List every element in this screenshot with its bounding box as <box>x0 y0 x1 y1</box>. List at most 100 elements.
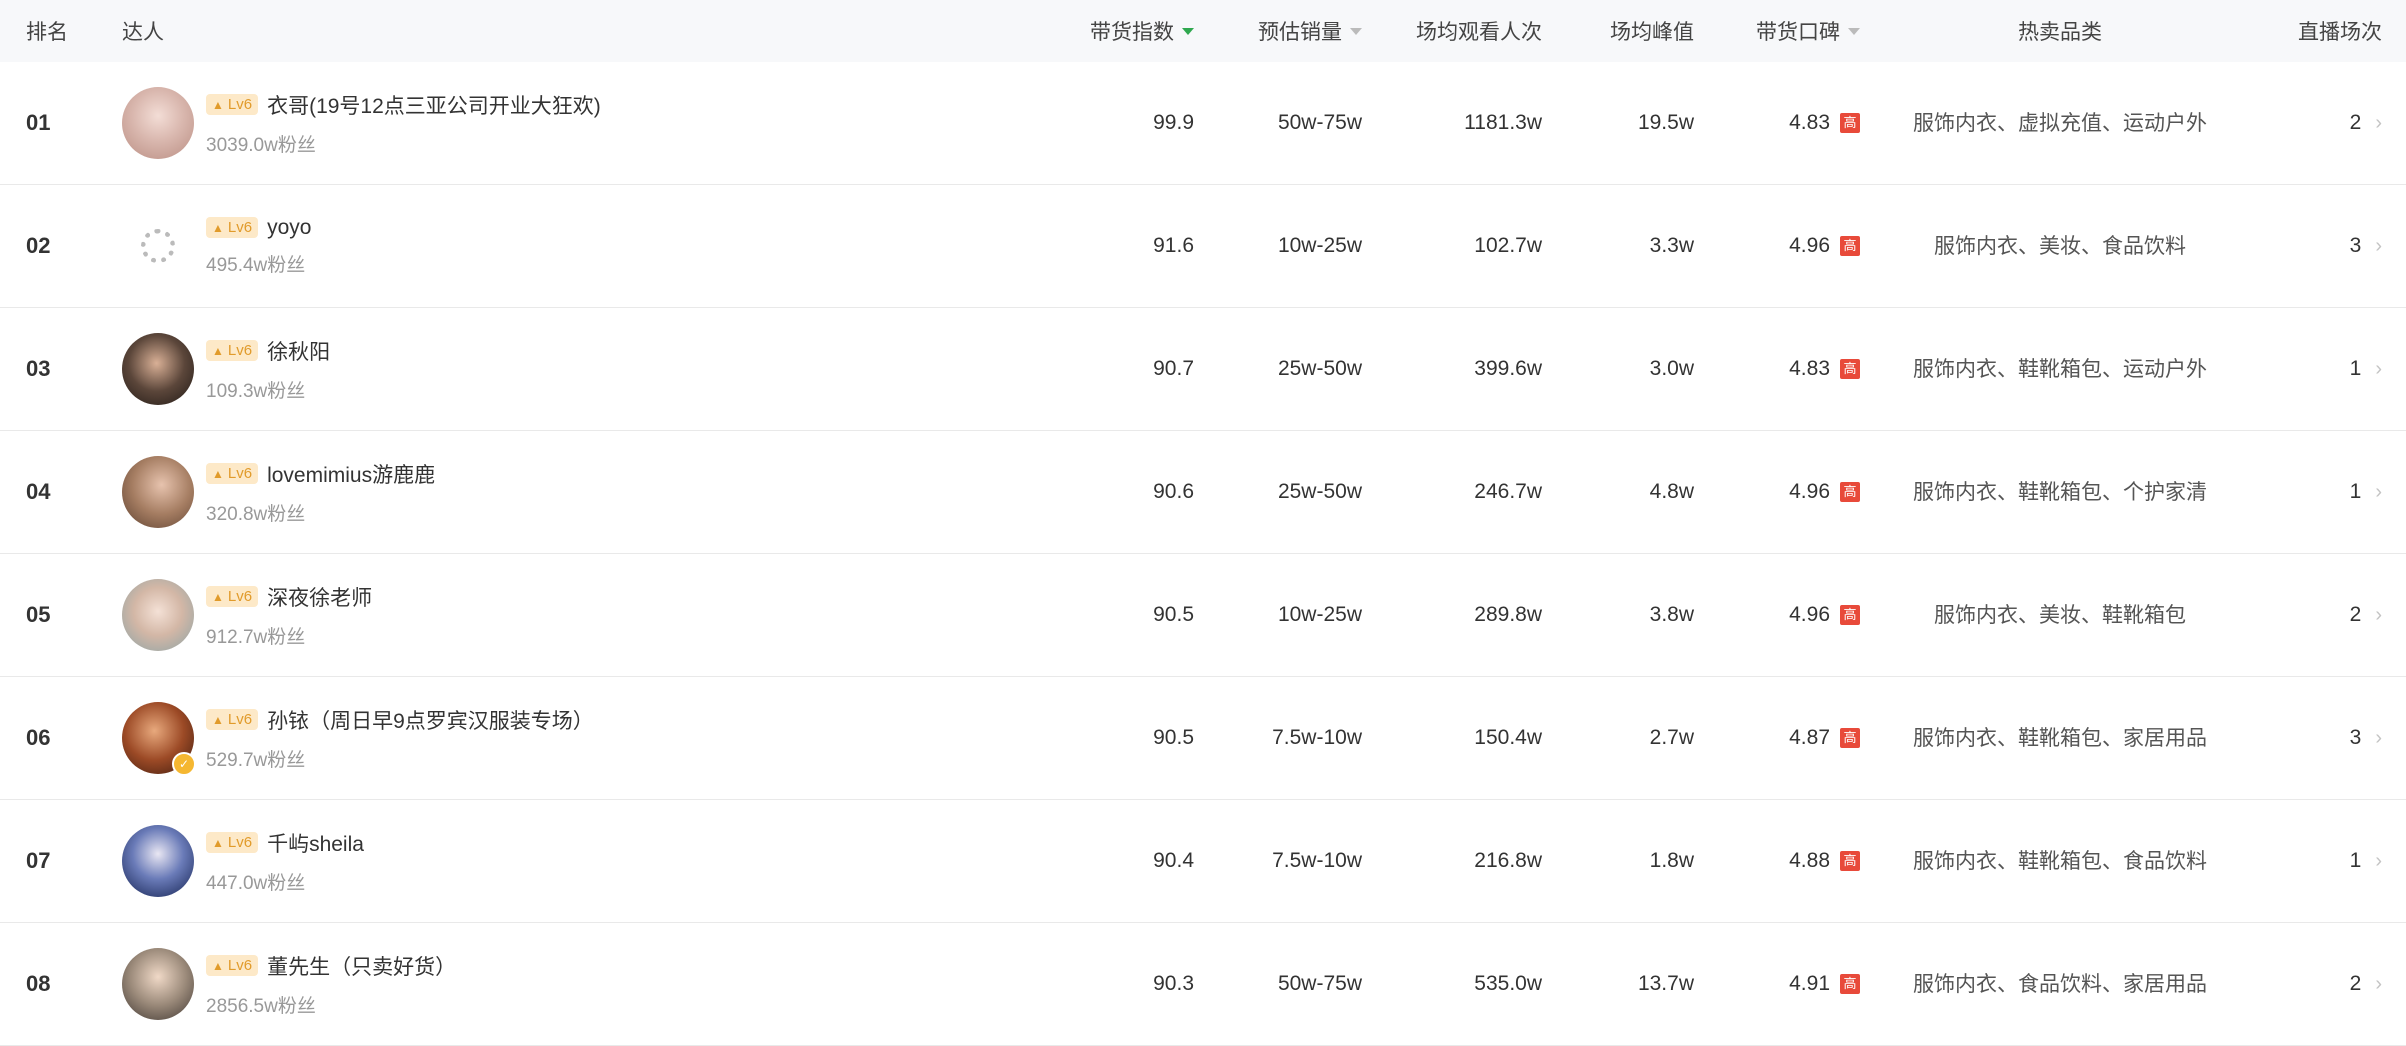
talent-cell[interactable]: ▲ Lv6 lovemimius游鹿鹿 320.8w粉丝 <box>122 431 1022 553</box>
sort-index-header[interactable]: 带货指数 <box>1040 0 1194 62</box>
sales-value: 50w-75w <box>1277 111 1362 134</box>
talent-info: ▲ Lv6 董先生（只卖好货） 2856.5w粉丝 <box>206 951 456 1018</box>
chevron-right-icon[interactable]: › <box>2375 604 2382 627</box>
chevron-right-icon[interactable]: › <box>2375 850 2382 873</box>
views-cell: 535.0w <box>1380 923 1542 1045</box>
table-row[interactable]: 02 ▲ Lv6 yoyo 495.4w粉丝 91.6 10w-25w 102.7w 3.3w 4… <box>0 185 2406 308</box>
talent-name[interactable]: yoyo <box>267 216 311 240</box>
chevron-right-icon[interactable]: › <box>2375 235 2382 258</box>
chevron-right-icon[interactable]: › <box>2375 481 2382 504</box>
fans-count: 3039.0w粉丝 <box>206 134 316 156</box>
talent-cell[interactable]: ▲ Lv6 深夜徐老师 912.7w粉丝 <box>122 554 1022 676</box>
header-peak: 场均峰值 <box>1610 21 1694 44</box>
rank-number: 07 <box>26 848 51 873</box>
avatar[interactable] <box>122 948 194 1020</box>
sales-value: 10w-25w <box>1277 234 1362 257</box>
sales-value: 25w-50w <box>1277 357 1362 380</box>
talent-name[interactable]: 孙铱（周日早9点罗宾汉服装专场） <box>267 705 594 735</box>
avatar[interactable] <box>122 825 194 897</box>
talent-name[interactable]: lovemimius游鹿鹿 <box>267 459 435 489</box>
sales-value: 10w-25w <box>1277 603 1362 626</box>
count-cell[interactable]: 3 › <box>2260 185 2382 307</box>
talent-cell[interactable]: ▲ Lv6 衣哥(19号12点三亚公司开业大狂欢) 3039.0w粉丝 <box>122 62 1022 184</box>
avatar[interactable] <box>122 333 194 405</box>
peak-cell: 3.3w <box>1560 185 1694 307</box>
chevron-right-icon[interactable]: › <box>2375 973 2382 996</box>
category-cell: 服饰内衣、食品饮料、家居用品 <box>1890 923 2230 1045</box>
rating-value: 4.96 <box>1789 603 1830 626</box>
table-row[interactable]: 03 ▲ Lv6 徐秋阳 109.3w粉丝 90.7 25w-50w 399.6w 3.0w 4.… <box>0 308 2406 431</box>
talent-cell[interactable]: ▲ Lv6 董先生（只卖好货） 2856.5w粉丝 <box>122 923 1022 1045</box>
peak-cell: 19.5w <box>1560 62 1694 184</box>
shop-bag-icon: ▲ <box>212 466 224 481</box>
rank-cell: 03 <box>26 308 96 430</box>
peak-value: 4.8w <box>1649 480 1694 503</box>
table-row[interactable]: 01 ▲ Lv6 衣哥(19号12点三亚公司开业大狂欢) 3039.0w粉丝 99.9 50… <box>0 62 2406 185</box>
sort-rating-header[interactable]: 带货口碑 <box>1710 0 1860 62</box>
rating-cell: 4.96 高 <box>1710 185 1860 307</box>
views-cell: 399.6w <box>1380 308 1542 430</box>
talent-name[interactable]: 徐秋阳 <box>267 336 330 366</box>
sales-cell: 50w-75w <box>1200 923 1362 1045</box>
header-category: 热卖品类 <box>2018 21 2102 44</box>
count-cell[interactable]: 1 › <box>2260 431 2382 553</box>
rating-cell: 4.91 高 <box>1710 923 1860 1045</box>
index-value: 90.3 <box>1153 972 1194 995</box>
chevron-right-icon[interactable]: › <box>2375 727 2382 750</box>
live-count: 2 <box>2349 603 2362 626</box>
count-cell[interactable]: 1 › <box>2260 308 2382 430</box>
views-value: 216.8w <box>1474 849 1542 872</box>
rating-value: 4.96 <box>1789 480 1830 503</box>
chevron-right-icon[interactable]: › <box>2375 112 2382 135</box>
rating-value: 4.83 <box>1789 111 1830 134</box>
talent-name[interactable]: 董先生（只卖好货） <box>267 951 456 981</box>
views-value: 150.4w <box>1474 726 1542 749</box>
count-cell[interactable]: 3 › <box>2260 677 2382 799</box>
talent-name-line: ▲ Lv6 衣哥(19号12点三亚公司开业大狂欢) <box>206 90 601 120</box>
count-cell[interactable]: 2 › <box>2260 554 2382 676</box>
sales-cell: 25w-50w <box>1200 431 1362 553</box>
avatar[interactable] <box>122 87 194 159</box>
loading-spinner-icon <box>122 210 194 282</box>
talent-info: ▲ Lv6 孙铱（周日早9点罗宾汉服装专场） 529.7w粉丝 <box>206 705 594 772</box>
index-value: 90.5 <box>1153 603 1194 626</box>
sort-down-icon <box>1350 27 1362 35</box>
shop-bag-icon: ▲ <box>212 343 224 358</box>
sales-value: 7.5w-10w <box>1272 726 1362 749</box>
sales-cell: 10w-25w <box>1200 554 1362 676</box>
high-rating-badge: 高 <box>1840 482 1860 502</box>
level-badge: ▲ Lv6 <box>206 955 259 976</box>
chevron-right-icon[interactable]: › <box>2375 358 2382 381</box>
table-row[interactable]: 07 ▲ Lv6 千屿sheila 447.0w粉丝 90.4 7.5w-10w 216.8w… <box>0 800 2406 923</box>
talent-name[interactable]: 衣哥(19号12点三亚公司开业大狂欢) <box>267 90 601 120</box>
table-row[interactable]: 04 ▲ Lv6 lovemimius游鹿鹿 320.8w粉丝 90.6 25w-50w 24… <box>0 431 2406 554</box>
header-rating-label: 带货口碑 <box>1756 21 1840 44</box>
rating-cell: 4.87 高 <box>1710 677 1860 799</box>
peak-value: 3.0w <box>1649 357 1694 380</box>
talent-cell[interactable]: ▲ Lv6 千屿sheila 447.0w粉丝 <box>122 800 1022 922</box>
level-badge: ▲ Lv6 <box>206 217 259 238</box>
talent-cell[interactable]: ✓ ▲ Lv6 孙铱（周日早9点罗宾汉服装专场） 529.7w粉丝 <box>122 677 1022 799</box>
rank-cell: 07 <box>26 800 96 922</box>
talent-name[interactable]: 深夜徐老师 <box>267 582 372 612</box>
table-row[interactable]: 08 ▲ Lv6 董先生（只卖好货） 2856.5w粉丝 90.3 50w-75w 535.0… <box>0 923 2406 1046</box>
talent-cell[interactable]: ▲ Lv6 yoyo 495.4w粉丝 <box>122 185 1022 307</box>
table-row[interactable]: 05 ▲ Lv6 深夜徐老师 912.7w粉丝 90.5 10w-25w 289.8w 3.8w… <box>0 554 2406 677</box>
table-row[interactable]: 06 ✓ ▲ Lv6 孙铱（周日早9点罗宾汉服装专场） 529.7w粉丝 90.5 7.5w-… <box>0 677 2406 800</box>
live-count: 3 <box>2349 726 2362 749</box>
avatar[interactable] <box>122 456 194 528</box>
sales-cell: 25w-50w <box>1200 308 1362 430</box>
talent-cell[interactable]: ▲ Lv6 徐秋阳 109.3w粉丝 <box>122 308 1022 430</box>
count-cell[interactable]: 2 › <box>2260 923 2382 1045</box>
rank-number: 06 <box>26 725 51 750</box>
count-cell[interactable]: 2 › <box>2260 62 2382 184</box>
talent-name[interactable]: 千屿sheila <box>267 828 364 858</box>
sort-sales-header[interactable]: 预估销量 <box>1200 0 1362 62</box>
category-list: 服饰内衣、美妆、鞋靴箱包 <box>1934 603 2186 627</box>
index-cell: 90.4 <box>1040 800 1194 922</box>
count-cell[interactable]: 1 › <box>2260 800 2382 922</box>
avatar[interactable]: ✓ <box>122 702 196 776</box>
views-value: 399.6w <box>1474 357 1542 380</box>
category-cell: 服饰内衣、鞋靴箱包、运动户外 <box>1890 308 2230 430</box>
avatar[interactable] <box>122 579 194 651</box>
